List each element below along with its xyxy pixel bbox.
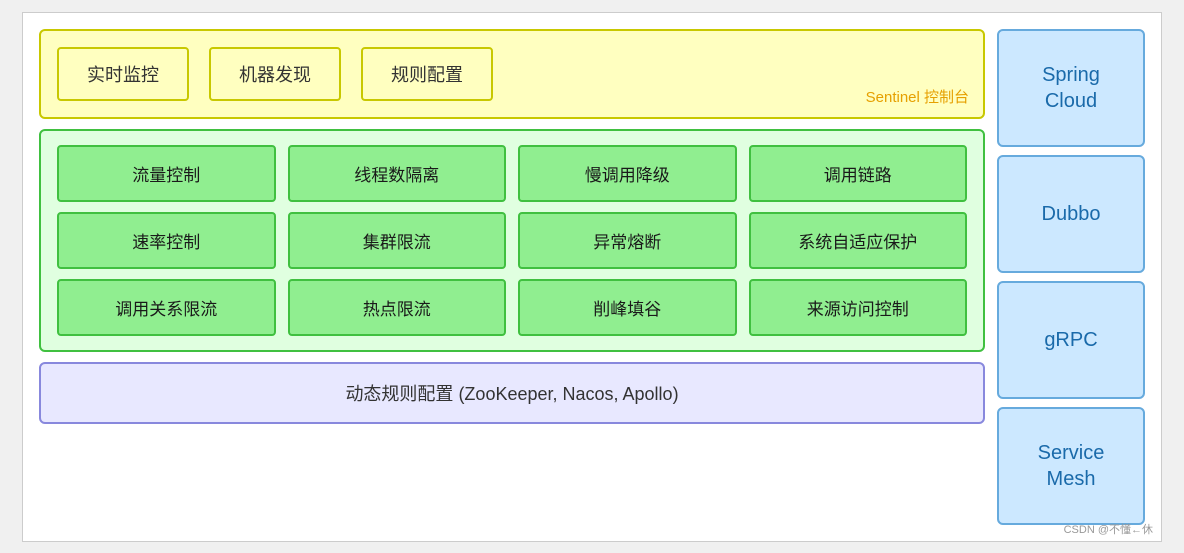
feature-peak-shaving: 削峰填谷 — [518, 279, 737, 336]
sidebar-spring-cloud-label: SpringCloud — [1042, 62, 1100, 114]
features-section: 流量控制 线程数隔离 慢调用降级 调用链路 速率控制 集群限流 异常熔断 系统自… — [39, 129, 985, 352]
dynamic-label: 动态规则配置 (ZooKeeper, Nacos, Apollo) — [345, 380, 678, 406]
sentinel-label: Sentinel 控制台 — [866, 86, 969, 107]
feature-origin-control: 来源访问控制 — [749, 279, 968, 336]
sentinel-section: 实时监控 机器发现 规则配置 Sentinel 控制台 — [39, 29, 985, 119]
sentinel-box-discovery: 机器发现 — [209, 47, 341, 101]
dynamic-section: 动态规则配置 (ZooKeeper, Nacos, Apollo) — [39, 362, 985, 424]
feature-hotspot-limit: 热点限流 — [288, 279, 507, 336]
feature-flow-control: 流量控制 — [57, 145, 276, 202]
features-row-1: 流量控制 线程数隔离 慢调用降级 调用链路 — [57, 145, 967, 202]
sidebar-service-mesh: ServiceMesh — [997, 407, 1145, 525]
sidebar-grpc: gRPC — [997, 281, 1145, 399]
feature-system-adaptive: 系统自适应保护 — [749, 212, 968, 269]
feature-call-chain: 调用链路 — [749, 145, 968, 202]
sidebar-grpc-label: gRPC — [1044, 327, 1097, 353]
sidebar-dubbo-label: Dubbo — [1042, 201, 1101, 227]
right-sidebar: SpringCloud Dubbo gRPC ServiceMesh — [997, 29, 1145, 525]
feature-cluster-limit: 集群限流 — [288, 212, 507, 269]
feature-slow-call: 慢调用降级 — [518, 145, 737, 202]
content-area: 实时监控 机器发现 规则配置 Sentinel 控制台 流量控制 线程数隔离 慢… — [39, 29, 985, 525]
sentinel-boxes: 实时监控 机器发现 规则配置 — [57, 47, 967, 101]
features-row-2: 速率控制 集群限流 异常熔断 系统自适应保护 — [57, 212, 967, 269]
feature-rate-control: 速率控制 — [57, 212, 276, 269]
sentinel-box-rules: 规则配置 — [361, 47, 493, 101]
main-diagram: 实时监控 机器发现 规则配置 Sentinel 控制台 流量控制 线程数隔离 慢… — [22, 12, 1162, 542]
features-row-3: 调用关系限流 热点限流 削峰填谷 来源访问控制 — [57, 279, 967, 336]
watermark: CSDN @不懂←休 — [1064, 521, 1153, 537]
feature-thread-isolation: 线程数隔离 — [288, 145, 507, 202]
sidebar-dubbo: Dubbo — [997, 155, 1145, 273]
sidebar-service-mesh-label: ServiceMesh — [1038, 440, 1105, 492]
sidebar-spring-cloud: SpringCloud — [997, 29, 1145, 147]
feature-circuit-breaker: 异常熔断 — [518, 212, 737, 269]
feature-relation-limit: 调用关系限流 — [57, 279, 276, 336]
sentinel-box-realtime: 实时监控 — [57, 47, 189, 101]
